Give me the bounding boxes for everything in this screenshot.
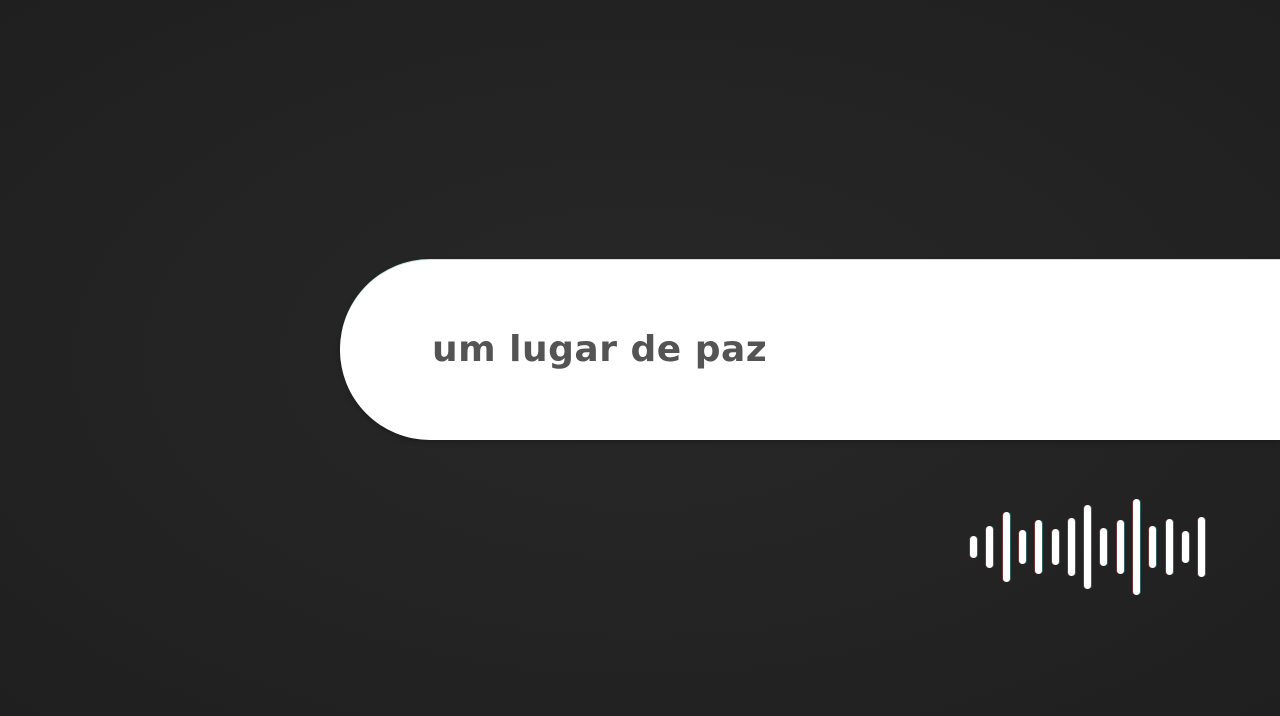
search-query-text: um lugar de paz bbox=[432, 329, 768, 370]
waveform-bar bbox=[1067, 518, 1075, 576]
waveform-bar bbox=[1149, 525, 1157, 569]
screen-background: um lugar de paz bbox=[0, 0, 1280, 716]
waveform-bar bbox=[986, 525, 994, 569]
waveform-bar bbox=[1084, 505, 1092, 589]
waveform-bar bbox=[1181, 530, 1189, 564]
waveform-bar bbox=[1035, 520, 1043, 574]
waveform-bar bbox=[970, 535, 977, 559]
audio-waveform-icon bbox=[968, 496, 1206, 598]
waveform-bar bbox=[1018, 529, 1026, 565]
waveform-bar bbox=[1051, 528, 1059, 566]
waveform-bar bbox=[1002, 512, 1010, 582]
search-bar[interactable]: um lugar de paz bbox=[340, 260, 1280, 440]
waveform-bar bbox=[1198, 517, 1206, 577]
waveform-bar bbox=[1133, 498, 1140, 596]
waveform-bar bbox=[1100, 527, 1108, 567]
waveform-bar bbox=[1165, 519, 1173, 575]
waveform-bar bbox=[1116, 520, 1124, 574]
